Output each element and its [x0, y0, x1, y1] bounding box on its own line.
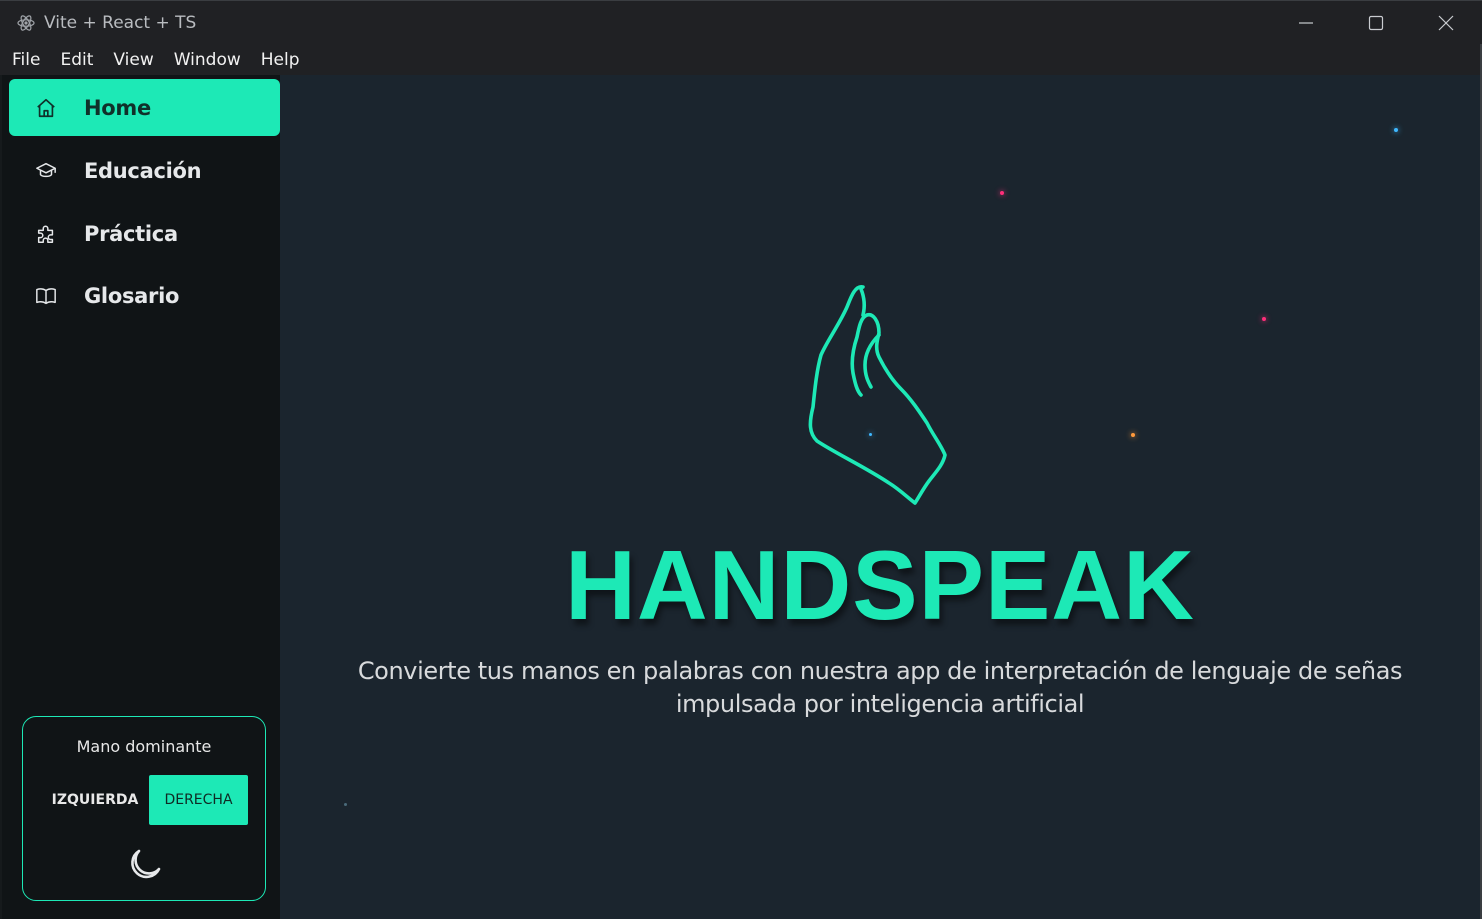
menu-view[interactable]: View [103, 50, 163, 70]
brand-title: HANDSPEAK [565, 530, 1195, 640]
right-hand-button[interactable]: DERECHA [149, 775, 248, 825]
sparkle-dot [1262, 317, 1266, 321]
puzzle-icon [37, 225, 54, 243]
sidebar-item-home[interactable]: Home [9, 79, 280, 136]
sparkle-dot [1000, 191, 1004, 195]
minimize-icon [1299, 22, 1313, 24]
sparkle-dot [344, 803, 347, 806]
main-content: HANDSPEAK Convierte tus manos en palabra… [280, 75, 1480, 919]
dominant-hand-panel: Mano dominante IZQUIERDA DERECHA [22, 716, 266, 901]
home-icon [37, 98, 55, 118]
window-title: Vite + React + TS [44, 13, 197, 33]
close-icon [1438, 15, 1454, 31]
dominant-hand-title: Mano dominante [76, 737, 212, 756]
sidebar-item-educacion[interactable]: Educación [9, 142, 280, 199]
tagline: Convierte tus manos en palabras con nues… [357, 657, 1403, 718]
sidebar-item-label: Práctica [84, 221, 178, 246]
sidebar: Home Educación Práctica Glosario Mano do… [0, 75, 280, 919]
app-icon [17, 15, 35, 31]
graduation-cap-icon [36, 162, 56, 178]
menu-edit[interactable]: Edit [50, 50, 103, 70]
sidebar-item-label: Educación [84, 158, 202, 183]
sidebar-item-practica[interactable]: Práctica [9, 205, 280, 262]
minimize-button[interactable] [1271, 1, 1341, 45]
moon-icon[interactable] [124, 845, 164, 885]
maximize-icon [1368, 15, 1384, 31]
hand-sign-icon [808, 285, 947, 505]
title-bar: Vite + React + TS [0, 0, 1482, 44]
close-button[interactable] [1411, 1, 1481, 45]
sparkle-dot [1131, 433, 1135, 437]
book-icon [36, 288, 56, 305]
left-hand-button[interactable]: IZQUIERDA [45, 775, 145, 825]
menu-file[interactable]: File [2, 50, 50, 70]
sidebar-item-glosario[interactable]: Glosario [9, 267, 280, 324]
menu-bar: File Edit View Window Help [0, 44, 1482, 75]
menu-help[interactable]: Help [251, 50, 310, 70]
sidebar-item-label: Glosario [84, 283, 180, 308]
menu-window[interactable]: Window [164, 50, 251, 70]
sparkle-dot [1394, 128, 1398, 132]
maximize-button[interactable] [1341, 1, 1411, 45]
sidebar-item-label: Home [84, 95, 151, 120]
